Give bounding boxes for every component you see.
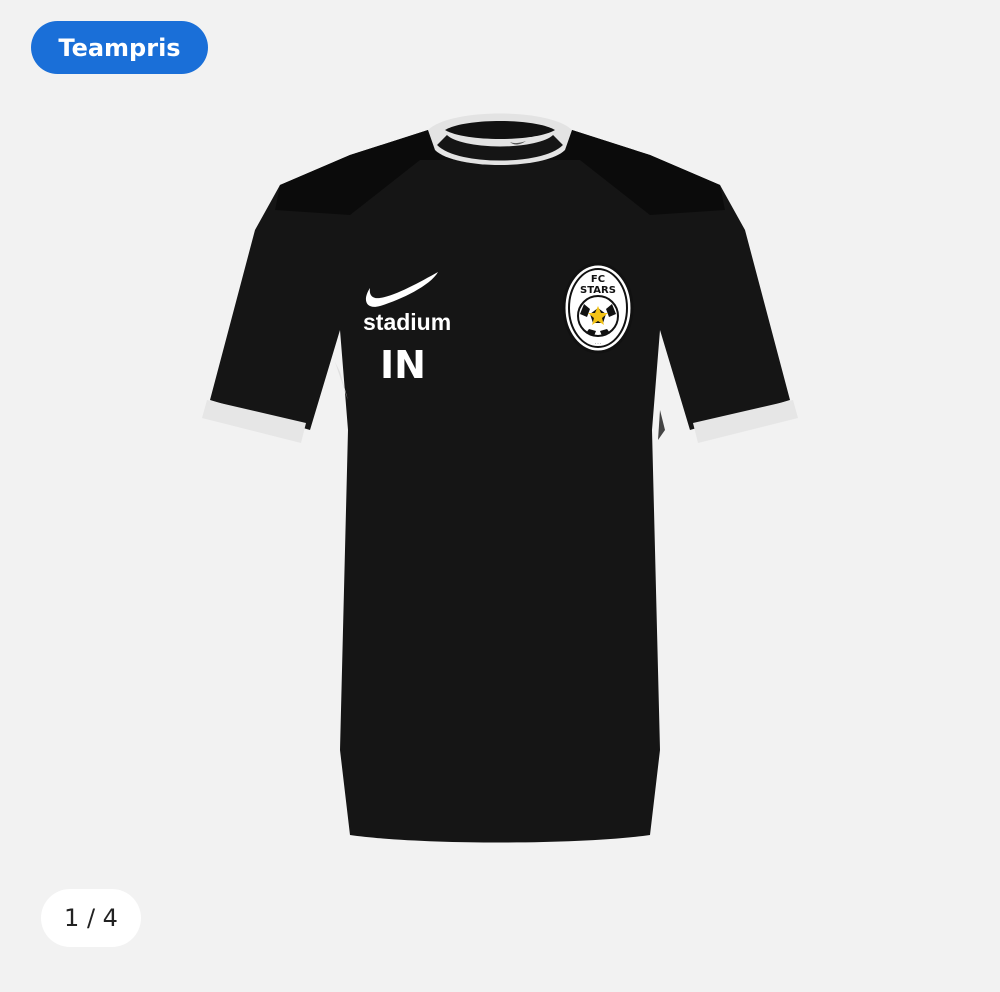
product-image-gallery[interactable]: Teampris stadium IN FC STARS · · · 1 / 4 [0, 0, 1000, 992]
sponsor-text: stadium [363, 309, 451, 335]
team-price-badge: Teampris [31, 21, 208, 74]
shirt-body [210, 130, 790, 843]
svg-text:· · ·: · · · [595, 341, 601, 346]
club-crest: FC STARS · · · [562, 262, 634, 354]
crest-line2: STARS [580, 285, 616, 296]
image-counter: 1 / 4 [41, 889, 141, 947]
product-image[interactable]: stadium IN FC STARS · · · [180, 100, 820, 860]
player-initials: IN [380, 343, 426, 387]
crest-line1: FC [591, 274, 605, 285]
